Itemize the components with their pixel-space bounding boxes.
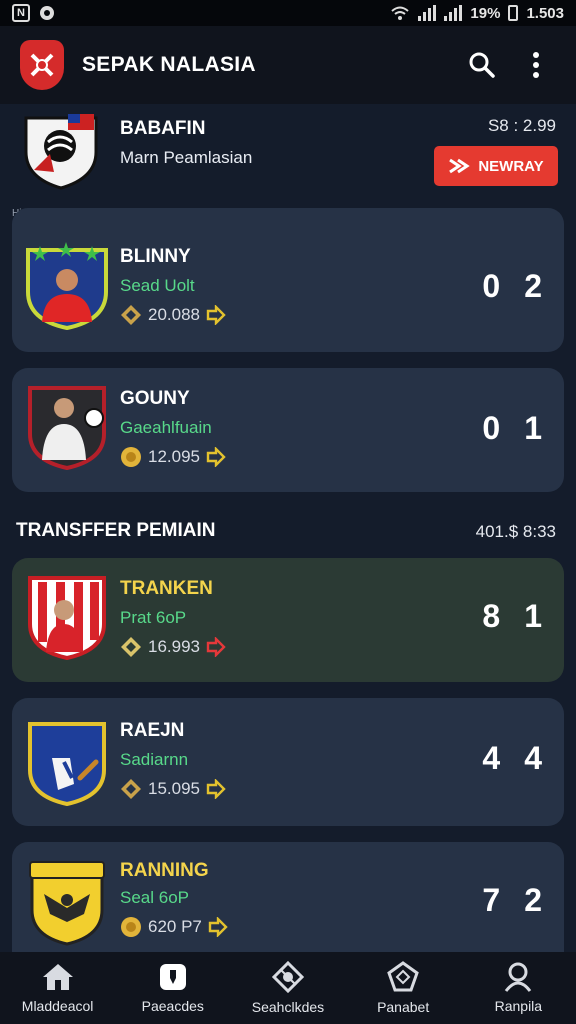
nav-label: Paeacdes <box>141 998 204 1014</box>
match-score: 44 <box>482 740 542 776</box>
user-icon <box>505 962 532 992</box>
featured-time: S8 : 2.99 <box>487 116 556 135</box>
match-card[interactable]: BLINNY Sead Uolt 20.088 02 <box>12 208 564 352</box>
nav-item-matches[interactable]: Paeacdes <box>118 962 228 1014</box>
battery-icon <box>508 5 519 21</box>
diamond-icon <box>121 637 141 657</box>
nav-item-standings[interactable]: Panabet <box>348 961 458 1015</box>
match-score: 81 <box>482 598 542 634</box>
team-name: RAEJN <box>120 720 185 741</box>
nav-item-schedules[interactable]: Seahclkdes <box>233 961 343 1015</box>
nav-label: Mladdeacol <box>21 998 94 1014</box>
notification-n-icon: N <box>12 4 30 22</box>
featured-action-button[interactable]: NEWRAY <box>434 146 558 186</box>
nav-label: Ranpila <box>494 998 543 1014</box>
more-options-button[interactable] <box>516 45 556 85</box>
compass-icon <box>271 961 304 993</box>
team-crest-icon <box>28 722 106 806</box>
nav-item-profile[interactable]: Ranpila <box>463 962 573 1014</box>
team-crest-icon <box>28 386 106 470</box>
trend-arrow-icon <box>206 447 226 467</box>
bottom-navigation: Mladdeacol Paeacdes Seahclkdes Panabet R… <box>0 952 576 1024</box>
app-bar: SEPAK NALASIA <box>0 26 576 104</box>
featured-match[interactable]: BABAFIN Marn Peamlasian S8 : 2.99 NEWRAY <box>0 104 576 200</box>
match-score: 01 <box>482 410 542 446</box>
search-icon <box>469 52 495 78</box>
trend-arrow-icon <box>208 917 228 937</box>
nav-label: Panabet <box>377 999 430 1015</box>
signal-2-icon <box>444 5 463 21</box>
team-name: BLINNY <box>120 246 191 267</box>
more-vertical-icon <box>533 52 539 78</box>
team-crest-icon <box>24 114 98 190</box>
scoreboard-icon <box>159 964 186 990</box>
coin-icon <box>121 917 141 937</box>
match-score: 72 <box>482 882 542 918</box>
status-bar: N 19% 1.503 <box>0 0 576 26</box>
section-title: TRANSFFER PEMIAIN <box>16 520 216 541</box>
team-subtitle: Prat 6oP <box>120 608 187 627</box>
diamond-icon <box>121 305 141 325</box>
team-stat: 20.088 <box>120 304 226 326</box>
team-crest-icon <box>29 861 105 946</box>
wifi-icon <box>391 6 410 20</box>
clock: 1.503 <box>526 4 564 22</box>
trend-arrow-icon <box>206 637 226 657</box>
featured-action-label: NEWRAY <box>478 157 544 175</box>
trend-arrow-icon <box>206 305 226 325</box>
match-score: 02 <box>482 268 542 304</box>
team-stat-value: 16.993 <box>148 637 200 656</box>
team-name: RANNING <box>120 860 209 881</box>
team-stat-value: 620 P7 <box>148 917 202 936</box>
home-icon <box>42 964 73 990</box>
team-subtitle: Sead Uolt <box>120 276 195 295</box>
pentagon-icon <box>387 961 419 992</box>
team-subtitle: Sadiarnn <box>120 750 189 769</box>
team-name: TRANKEN <box>120 578 213 599</box>
diamond-icon <box>121 779 141 799</box>
team-stat: 16.993 <box>120 636 226 658</box>
match-card[interactable]: GOUNY Gaeahlfuain 12.095 01 <box>12 368 564 492</box>
team-stat: 620 P7 <box>120 916 228 938</box>
featured-team-name: BABAFIN <box>120 118 206 139</box>
team-stat: 15.095 <box>120 778 226 800</box>
battery-percent: 19% <box>470 4 501 22</box>
team-crest-icon <box>26 242 108 330</box>
chevron-double-icon <box>449 158 471 174</box>
notification-gear-icon <box>40 6 54 20</box>
nav-label: Seahclkdes <box>251 999 325 1015</box>
transfer-card[interactable]: RANNING Seal 6oP 620 P7 72 <box>12 842 564 954</box>
team-stat: 12.095 <box>120 446 226 468</box>
section-meta: 401.$ 8:33 <box>475 522 556 541</box>
team-subtitle: Seal 6oP <box>120 888 189 907</box>
app-logo-icon <box>20 40 64 90</box>
team-stat-value: 15.095 <box>148 779 200 798</box>
coin-icon <box>121 447 141 467</box>
trend-arrow-icon <box>206 779 226 799</box>
featured-subtitle: Marn Peamlasian <box>120 148 253 167</box>
search-button[interactable] <box>462 45 502 85</box>
signal-icon <box>418 5 437 21</box>
team-stat-value: 12.095 <box>148 447 200 466</box>
team-subtitle: Gaeahlfuain <box>120 418 212 437</box>
team-name: GOUNY <box>120 388 190 409</box>
app-title: SEPAK NALASIA <box>82 53 256 76</box>
transfer-card[interactable]: RAEJN Sadiarnn 15.095 44 <box>12 698 564 826</box>
team-stat-value: 20.088 <box>148 305 200 324</box>
transfer-card[interactable]: TRANKEN Prat 6oP 16.993 81 <box>12 558 564 682</box>
team-crest-icon <box>28 576 106 660</box>
nav-item-home[interactable]: Mladdeacol <box>3 962 113 1014</box>
